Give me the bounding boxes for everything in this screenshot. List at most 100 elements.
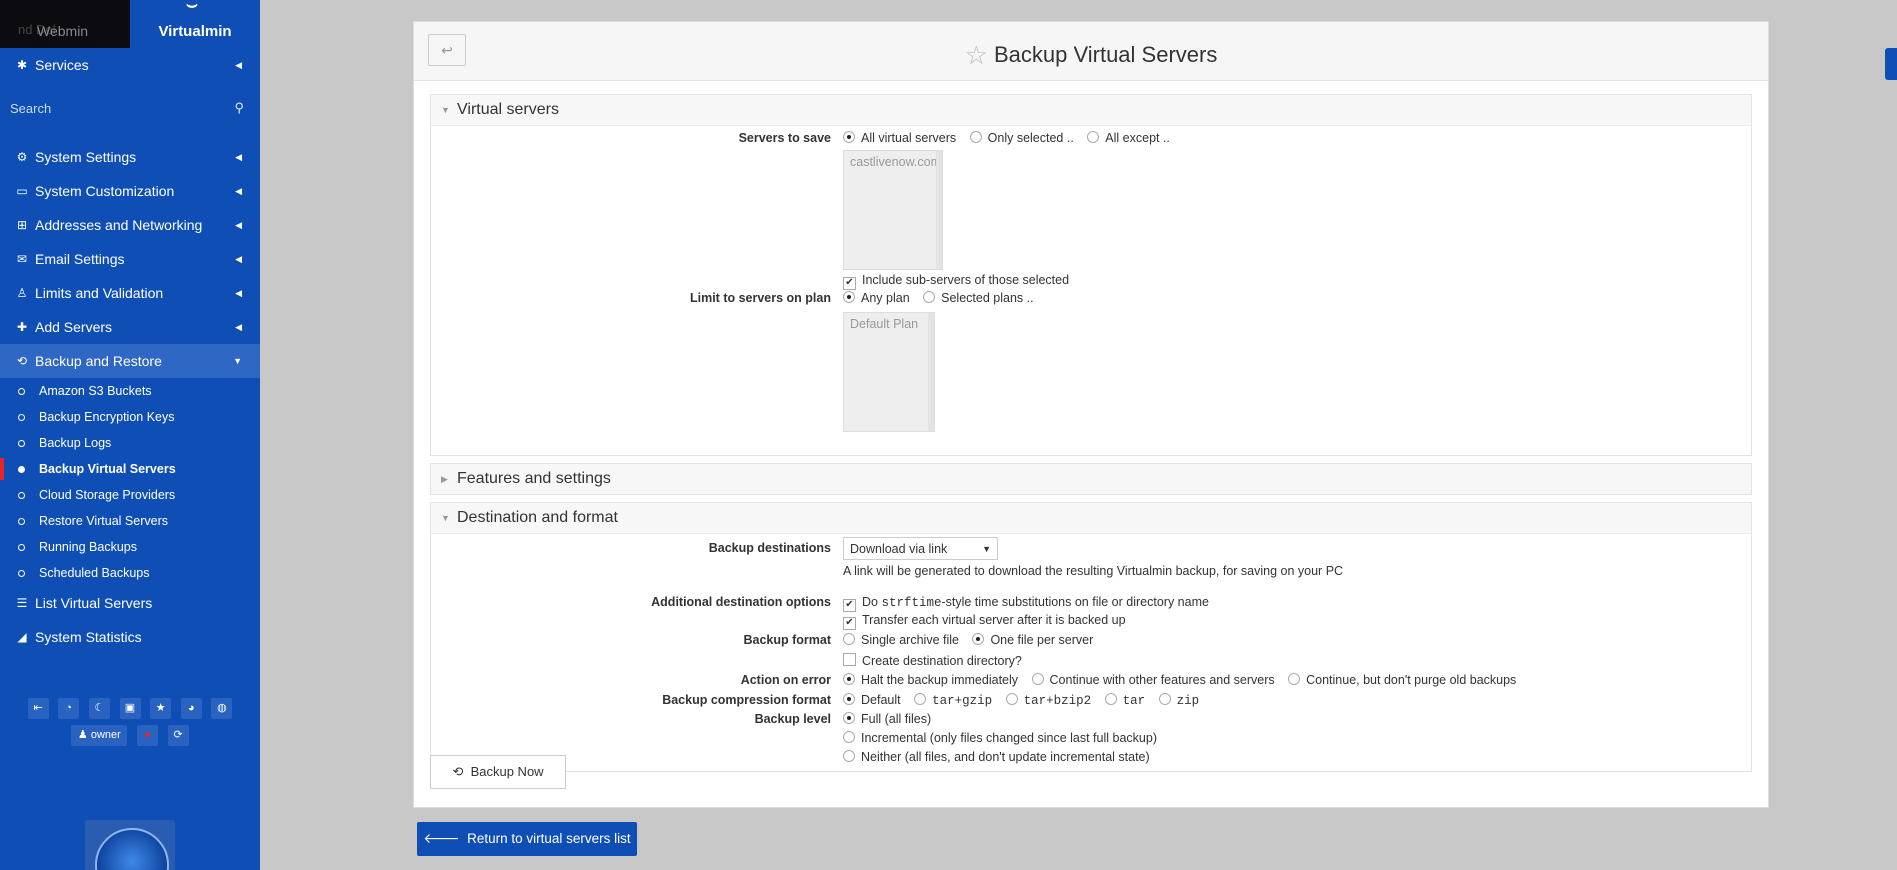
sidebar-item-addresses-networking[interactable]: ⊞ Addresses and Networking ◀ <box>0 208 260 242</box>
radio-compression-default[interactable] <box>843 693 855 705</box>
sidebar-subitem-restore[interactable]: Restore Virtual Servers <box>0 508 260 534</box>
list-item[interactable]: castlivenow.com <box>844 151 942 173</box>
servers-to-save-options: All virtual servers Only selected .. All… <box>843 131 1180 145</box>
list-item[interactable]: Default Plan <box>844 313 934 335</box>
bullet-icon <box>18 440 25 447</box>
sidebar-subitem-backup-virtual-servers[interactable]: Backup Virtual Servers <box>0 456 260 482</box>
option-label: tar+bzip2 <box>1023 694 1092 708</box>
radio-selected-plans[interactable] <box>923 291 936 303</box>
caret-left-icon: ◀ <box>235 288 242 298</box>
history-icon: ⟲ <box>16 354 28 368</box>
sidebar-subitem-scheduled-backups[interactable]: Scheduled Backups <box>0 560 260 586</box>
strftime-code: strftime <box>881 596 942 610</box>
tab-virtualmin[interactable]: ⌣ Virtualmin <box>130 0 260 48</box>
sidebar-item-add-servers[interactable]: ✚ Add Servers ◀ <box>0 310 260 344</box>
sidebar-subitem-label: Backup Virtual Servers <box>39 462 176 476</box>
option-label: Selected plans .. <box>941 291 1034 305</box>
radio-one-per-server[interactable] <box>972 633 985 645</box>
select-value: Download via link <box>850 542 948 556</box>
sidebar-item-system-settings[interactable]: ⚙ System Settings ◀ <box>0 140 260 174</box>
dashboard-icon[interactable]: ◔ <box>58 698 80 719</box>
radio-any-plan[interactable] <box>843 291 855 303</box>
terminal-icon[interactable]: ▣ <box>119 698 141 719</box>
sidebar-item-email-settings[interactable]: ✉ Email Settings ◀ <box>0 242 260 276</box>
bullet-icon <box>18 414 25 421</box>
sidebar-subitem-encryption-keys[interactable]: Backup Encryption Keys <box>0 404 260 430</box>
globe-icon[interactable]: ◍ <box>211 698 233 719</box>
radio-tar-gzip[interactable] <box>914 693 927 705</box>
radio-continue[interactable] <box>1031 673 1044 685</box>
radio-level-incremental[interactable] <box>843 731 855 743</box>
checkbox-create-dir[interactable] <box>843 653 856 666</box>
avatar-disc <box>95 828 169 870</box>
action-error-label: Action on error <box>740 673 831 687</box>
collapse-icon[interactable]: ⇤ <box>27 698 49 719</box>
listbox-scrollbar[interactable] <box>936 151 942 269</box>
compression-options: Default tar+gzip tar+bzip2 tar zip <box>843 693 1209 708</box>
sidebar-item-label: Add Servers <box>35 319 113 335</box>
caret-left-icon: ◀ <box>235 254 242 264</box>
strftime-text-pre: Do <box>862 595 882 609</box>
radio-zip[interactable] <box>1158 693 1171 705</box>
sidebar-item-list-virtual-servers[interactable]: ☰ List Virtual Servers <box>0 586 260 620</box>
history-icon: ⟲ <box>452 764 464 779</box>
sidebar-item-system-statistics[interactable]: ◢ System Statistics <box>0 620 260 654</box>
search-icon[interactable]: ⚲ <box>234 92 244 124</box>
listbox-scrollbar[interactable] <box>928 313 934 431</box>
additional-options-label: Additional destination options <box>651 595 831 609</box>
backup-format-options: Single archive file One file per server <box>843 633 1103 647</box>
radio-all-except[interactable] <box>1087 131 1100 143</box>
section-header-features[interactable]: ▶ Features and settings <box>431 464 1751 494</box>
sidebar-subitem-amazon-s3[interactable]: Amazon S3 Buckets <box>0 378 260 404</box>
radio-single-archive[interactable] <box>843 633 855 645</box>
refresh-icon[interactable]: ⟳ <box>167 725 189 746</box>
section-title: Destination and format <box>457 509 618 526</box>
sidebar-topbar: nd Del Webmin ⌣ Virtualmin <box>0 0 260 48</box>
sidebar-item-backup-restore[interactable]: ⟲ Backup and Restore ▼ <box>0 344 260 378</box>
section-header-destination[interactable]: ▼ Destination and format <box>431 503 1751 534</box>
moon-icon[interactable]: ☾ <box>88 698 110 719</box>
star-icon[interactable]: ★ <box>150 698 172 719</box>
plus-icon: ✚ <box>16 320 28 334</box>
plans-listbox[interactable]: Default Plan <box>843 312 935 432</box>
level-neither: Neither (all files, and don't update inc… <box>843 750 1150 764</box>
backup-destinations-select[interactable]: Download via link ▼ <box>843 537 998 560</box>
backup-now-button[interactable]: ⟲ Backup Now <box>430 755 566 789</box>
radio-level-full[interactable] <box>843 712 855 724</box>
palette-icon[interactable]: ◕ <box>180 698 202 719</box>
sidebar-subitem-cloud-storage[interactable]: Cloud Storage Providers <box>0 482 260 508</box>
search-input[interactable] <box>8 94 222 122</box>
sidebar-item-system-customization[interactable]: ▭ System Customization ◀ <box>0 174 260 208</box>
radio-continue-no-purge[interactable] <box>1288 673 1301 685</box>
sidebar-subitem-backup-logs[interactable]: Backup Logs <box>0 430 260 456</box>
radio-tar-bzip2[interactable] <box>1005 693 1018 705</box>
right-edge-tab[interactable] <box>1885 48 1897 80</box>
servers-listbox[interactable]: castlivenow.com <box>843 150 943 270</box>
radio-tar[interactable] <box>1104 693 1117 705</box>
radio-all-servers[interactable] <box>843 131 855 143</box>
radio-halt[interactable] <box>843 673 855 685</box>
action-error-options: Halt the backup immediately Continue wit… <box>843 673 1526 687</box>
servers-to-save-label: Servers to save <box>738 131 831 145</box>
sidebar-item-limits-validation[interactable]: ♙ Limits and Validation ◀ <box>0 276 260 310</box>
return-button[interactable]: 🡐 Return to virtual servers list <box>417 822 637 856</box>
radio-level-neither[interactable] <box>843 750 855 762</box>
section-destination-format: ▼ Destination and format Backup destinat… <box>430 502 1752 772</box>
sidebar-item-label: System Settings <box>35 149 137 165</box>
section-header-virtual-servers[interactable]: ▼ Virtual servers <box>431 95 1751 126</box>
record-icon[interactable]: ● <box>137 725 158 746</box>
section-title: Features and settings <box>457 470 611 487</box>
active-marker <box>0 458 4 480</box>
level-full: Full (all files) <box>843 712 931 726</box>
checkbox-transfer-each[interactable]: ✔ <box>843 617 856 630</box>
sidebar-item-services[interactable]: ✱ Services ◀ <box>0 48 260 82</box>
sidebar-subitem-running-backups[interactable]: Running Backups <box>0 534 260 560</box>
tab-webmin[interactable]: nd Del Webmin <box>0 0 130 48</box>
checkbox-include-sub[interactable]: ✔ <box>843 277 856 290</box>
radio-only-selected[interactable] <box>969 131 982 143</box>
favorite-star-icon[interactable]: ☆ <box>965 40 988 70</box>
option-label: Continue with other features and servers <box>1049 673 1275 687</box>
sidebar-toolbar-bottom: ♟ owner ● ⟳ <box>0 725 260 746</box>
checkbox-strftime[interactable]: ✔ <box>843 599 856 612</box>
owner-button[interactable]: ♟ owner <box>71 725 128 746</box>
